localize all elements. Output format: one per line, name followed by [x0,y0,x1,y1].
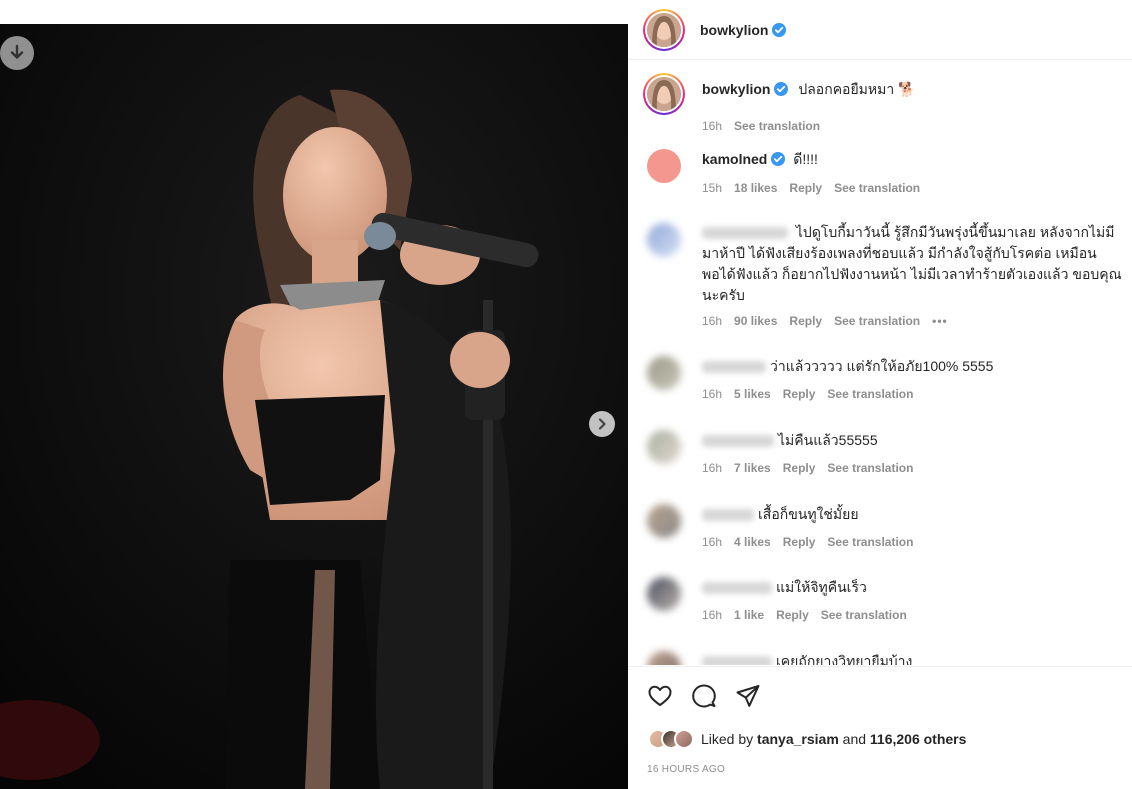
comment-username-blurred[interactable] [702,656,772,665]
see-translation-link[interactable]: See translation [834,314,920,328]
reply-button[interactable]: Reply [789,181,822,195]
comment-text: เสื้อก็ขนทูใช่มั้ยย [758,506,859,522]
see-translation-link[interactable]: See translation [827,535,913,549]
caption-text: ปลอกคอยืมหมา 🐕 [798,81,916,97]
caption-username[interactable]: bowkylion [702,81,770,97]
download-icon [10,44,24,59]
comment-item: ไม่คืนแล้ว55555 16h 7 likes Reply See tr… [643,426,1123,482]
commenter-avatar[interactable] [647,577,681,611]
chevron-right-icon [598,418,606,430]
post-timestamp[interactable]: 16 HOURS AGO [647,764,725,775]
comment-time: 16h [702,608,723,622]
verified-badge-icon [772,22,787,37]
avatar-image [647,77,681,111]
comment-time: 16h [702,535,723,549]
liked-by-others[interactable]: 116,206 others [870,731,967,747]
commenter-avatar[interactable] [647,223,681,257]
comment-time: 16h [702,387,723,401]
post-photo [0,0,628,789]
see-translation-link[interactable]: See translation [827,461,913,475]
post-panel: bowkylion bowkylion ปลอกคอยืมหมา 🐕 16h S… [628,0,1132,789]
comment-time: 15h [702,181,723,195]
comment-text: เคยถักยางวิทยายืมบ้าง [776,653,913,665]
reply-button[interactable]: Reply [783,535,816,549]
comment-likes[interactable]: 18 likes [734,181,777,195]
reply-button[interactable]: Reply [783,461,816,475]
caption: bowkylion ปลอกคอยืมหมา 🐕 16h See transla… [643,73,1123,133]
comment-item: แม่ให้จิทูคืนเร็ว 16h 1 like Reply See t… [643,573,1123,629]
comment-item: เคยถักยางวิทยายืมบ้าง [643,647,1123,665]
post-media [0,0,628,789]
comment-text: ดี!!!! [793,151,818,167]
liker-avatars [648,729,694,749]
comment-item: ว่าแล้ววววว แต่รักให้อภัย100% 5555 16h 5… [643,352,1123,408]
comment-username-blurred[interactable] [702,361,766,374]
comment-username-blurred[interactable] [702,227,788,240]
liked-by-label: Liked by [701,731,754,747]
comment-text: ว่าแล้ววววว แต่รักให้อภัย100% 5555 [770,358,994,374]
commenter-avatar[interactable] [647,356,681,390]
commenter-avatar[interactable] [647,504,681,538]
comment-text: ไม่คืนแล้ว55555 [778,432,878,448]
see-translation-link[interactable]: See translation [827,387,913,401]
reply-button[interactable]: Reply [776,608,809,622]
comment-text: แม่ให้จิทูคืนเร็ว [776,579,867,595]
see-translation-link[interactable]: See translation [734,119,820,133]
comment-icon[interactable] [691,683,717,709]
comment-likes[interactable]: 5 likes [734,387,771,401]
comments-list: bowkylion ปลอกคอยืมหมา 🐕 16h See transla… [628,61,1132,665]
comment-username-blurred[interactable] [702,509,754,522]
comment-username[interactable]: kamolned [702,151,767,167]
see-translation-link[interactable]: See translation [834,181,920,195]
comment-likes[interactable]: 1 like [734,608,764,622]
avatar-image [647,12,681,47]
liked-by-user[interactable]: tanya_rsiam [757,731,839,747]
commenter-avatar[interactable] [647,651,681,665]
see-translation-link[interactable]: See translation [821,608,907,622]
commenter-avatar[interactable] [647,149,681,183]
download-button[interactable] [0,36,34,70]
comment-item: ไปดูโบกี้มาวันนี้ รู้สึกมีวันพรุ่งนี้ขึ้… [643,219,1123,339]
next-slide-button[interactable] [589,411,615,437]
comment-time: 16h [702,461,723,475]
share-icon[interactable] [735,683,761,709]
comment-likes[interactable]: 4 likes [734,535,771,549]
comment-username-blurred[interactable] [702,435,774,448]
caption-time: 16h [702,119,723,133]
commenter-avatar[interactable] [647,430,681,464]
heart-icon[interactable] [647,683,673,709]
caption-avatar[interactable] [643,73,685,115]
comment-username-blurred[interactable] [702,582,772,595]
reply-button[interactable]: Reply [783,387,816,401]
post-actions: Liked by tanya_rsiam and 116,206 others … [628,666,1132,789]
liked-by-and: and [842,731,867,747]
comment-item: kamolned ดี!!!! 15h 18 likes Reply See t… [643,145,1123,201]
verified-badge-icon [774,82,789,96]
more-options-icon[interactable]: ••• [932,314,948,328]
author-avatar[interactable] [643,8,685,51]
likes-summary: Liked by tanya_rsiam and 116,206 others [648,729,966,749]
verified-badge-icon [771,152,786,166]
reply-button[interactable]: Reply [789,314,822,328]
comment-item: เสื้อก็ขนทูใช่มั้ยย 16h 4 likes Reply Se… [643,500,1123,556]
comment-likes[interactable]: 7 likes [734,461,771,475]
post-header: bowkylion [628,0,1132,60]
comment-likes[interactable]: 90 likes [734,314,777,328]
liker-avatar[interactable] [674,729,694,749]
author-username[interactable]: bowkylion [700,22,768,38]
comment-time: 16h [702,314,723,328]
